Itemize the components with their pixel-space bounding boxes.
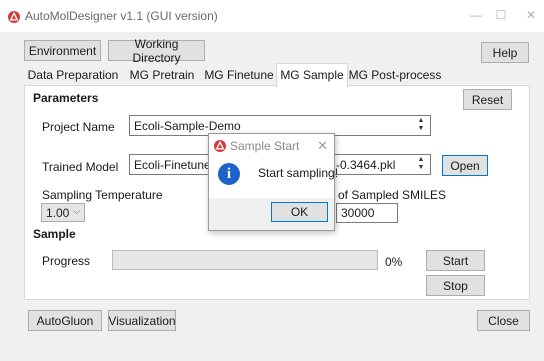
environment-button[interactable]: Environment	[24, 40, 101, 61]
dialog-title: Sample Start	[230, 139, 300, 153]
trained-model-spinner-icon[interactable]: ▲ ▼	[416, 156, 426, 173]
autogluon-button[interactable]: AutoGluon	[28, 310, 102, 331]
trained-model-value-right: -0.3464.pkl	[336, 158, 396, 172]
sample-heading: Sample	[33, 227, 76, 241]
tab-data-preparation[interactable]: Data Preparation	[24, 65, 122, 86]
working-directory-button[interactable]: Working Directory	[108, 37, 205, 65]
stop-button[interactable]: Stop	[426, 275, 485, 296]
main-window: AutoMolDesigner v1.1 (GUI version) — ☐ ✕…	[0, 0, 544, 361]
num-sampled-smiles-label: of Sampled SMILES	[338, 188, 447, 202]
info-icon: i	[218, 163, 240, 185]
app-logo-icon	[8, 11, 20, 23]
reset-button[interactable]: Reset	[463, 89, 512, 110]
sampling-temperature-select[interactable]: 1.00 ⌵	[41, 203, 85, 222]
minimize-button[interactable]: —	[466, 8, 486, 22]
ok-button[interactable]: OK	[271, 202, 328, 222]
trained-model-label: Trained Model	[42, 160, 119, 174]
sampling-temperature-value: 1.00	[46, 206, 70, 220]
tab-mg-sample[interactable]: MG Sample	[276, 63, 348, 87]
help-button[interactable]: Help	[481, 42, 529, 63]
project-name-value: Ecoli-Sample-Demo	[134, 119, 241, 133]
window-title: AutoMolDesigner v1.1 (GUI version)	[25, 9, 218, 23]
app-logo-icon	[214, 140, 226, 152]
project-name-label: Project Name	[42, 120, 115, 134]
open-button[interactable]: Open	[442, 155, 488, 176]
parameters-heading: Parameters	[33, 91, 99, 105]
tab-mg-finetune[interactable]: MG Finetune	[200, 65, 278, 86]
sampling-temperature-label: Sampling Temperature	[42, 188, 163, 202]
num-sampled-smiles-value: 30000	[341, 206, 375, 220]
num-sampled-smiles-input[interactable]: 30000	[336, 203, 398, 223]
visualization-button[interactable]: Visualization	[108, 310, 176, 331]
chevron-down-icon: ⌵	[73, 206, 80, 216]
start-button[interactable]: Start	[426, 250, 485, 271]
project-name-spinner-icon[interactable]: ▲ ▼	[416, 117, 426, 134]
tab-mg-pretrain[interactable]: MG Pretrain	[124, 65, 200, 86]
maximize-button[interactable]: ☐	[491, 8, 511, 22]
dialog-body: i Start sampling!	[209, 158, 338, 198]
tab-mg-post-process[interactable]: MG Post-process	[346, 65, 444, 86]
dialog-close-icon[interactable]: ✕	[317, 138, 328, 154]
dialog-message: Start sampling!	[258, 166, 339, 180]
progress-label: Progress	[42, 254, 91, 268]
title-bar: AutoMolDesigner v1.1 (GUI version) — ☐ ✕	[0, 0, 544, 32]
close-window-button[interactable]: ✕	[521, 8, 541, 22]
progress-bar	[112, 250, 378, 270]
dialog-title-bar: Sample Start ✕	[209, 134, 334, 158]
sample-start-dialog: Sample Start ✕ i Start sampling! OK	[208, 133, 338, 231]
close-button[interactable]: Close	[477, 310, 530, 331]
progress-percent: 0%	[385, 255, 403, 269]
